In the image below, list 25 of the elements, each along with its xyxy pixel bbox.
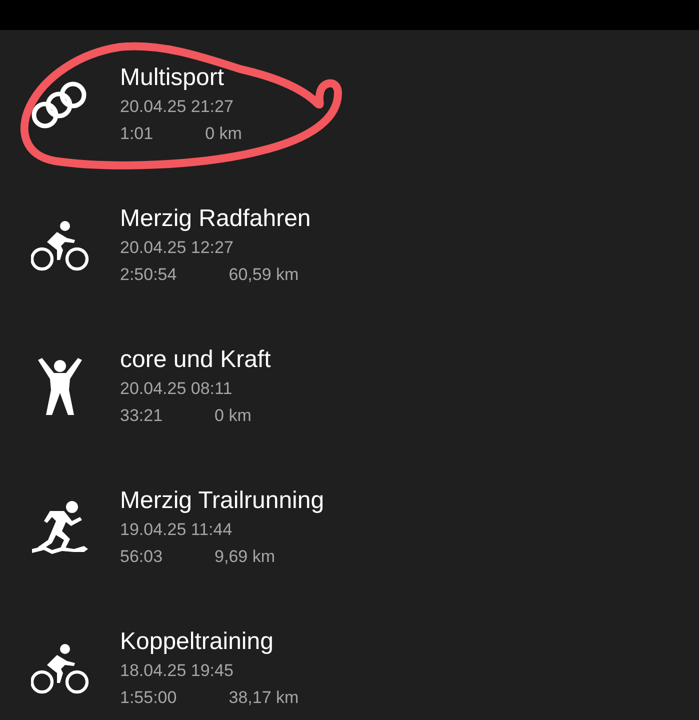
activity-title: Merzig Radfahren — [120, 204, 311, 234]
activity-distance: 0 km — [205, 122, 242, 144]
activity-date: 20.04.25 12:27 — [120, 236, 234, 258]
activity-date: 19.04.25 11:44 — [120, 518, 234, 540]
activity-title: Merzig Trailrunning — [120, 486, 324, 516]
activity-duration: 1:01 — [120, 122, 154, 144]
activity-title: Multisport — [120, 62, 226, 92]
activity-title: core und Kraft — [120, 344, 271, 374]
activity-distance: 9,69 km — [214, 546, 276, 568]
cyclist-icon — [31, 642, 89, 694]
activity-distance: 0 km — [214, 404, 252, 426]
activity-date: 18.04.25 19:45 — [120, 660, 234, 682]
cyclist-icon — [31, 220, 89, 272]
trail-runner-icon — [30, 498, 90, 556]
activity-duration: 33:21 — [120, 404, 163, 426]
person-arms-up-icon — [36, 356, 84, 416]
rings-icon — [31, 80, 89, 128]
activity-duration: 56:03 — [120, 546, 163, 568]
activity-duration: 2:50:54 — [120, 264, 177, 286]
activity-duration: 1:55:00 — [120, 686, 177, 708]
activity-distance: 38,17 km — [228, 686, 299, 708]
activity-distance: 60,59 km — [228, 264, 299, 286]
activity-date: 20.04.25 21:27 — [120, 96, 234, 118]
activity-title: Koppeltraining — [120, 626, 274, 656]
activity-date: 20.04.25 08:11 — [120, 378, 234, 400]
